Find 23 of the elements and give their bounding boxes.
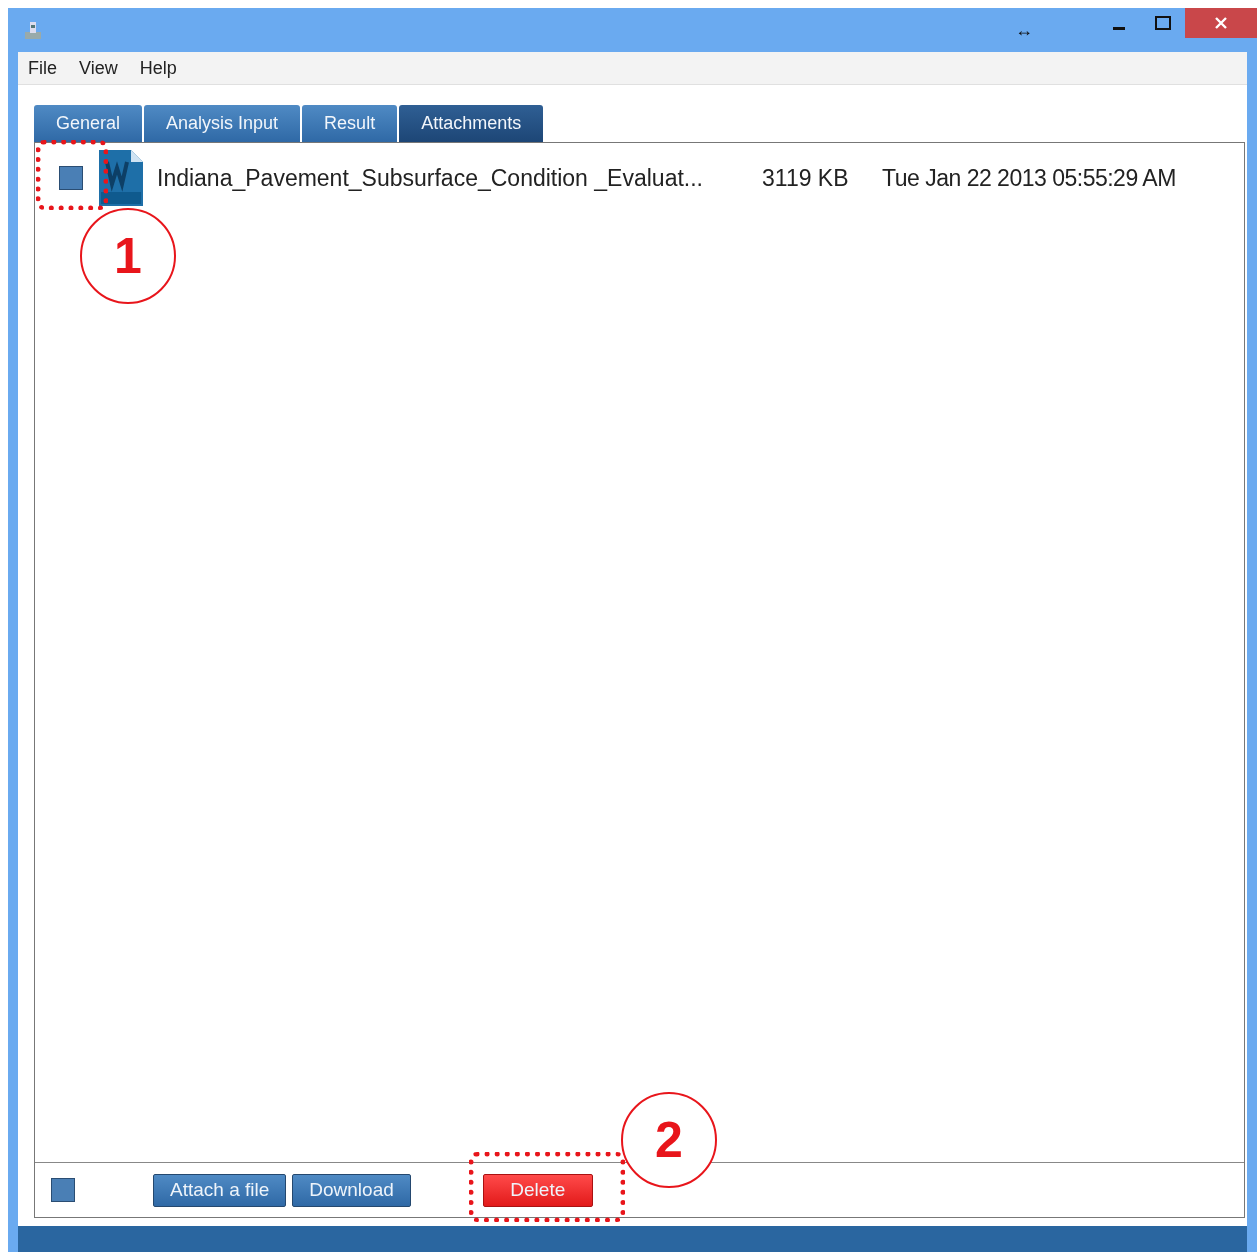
- tab[interactable]: Result: [302, 105, 398, 142]
- file-size: 3119 KB: [762, 164, 850, 192]
- close-button[interactable]: [1185, 8, 1257, 38]
- maximize-icon: [1155, 16, 1171, 30]
- file-name: Indiana_Pavement_Subsurface_Condition _Evaluat...: [157, 164, 704, 192]
- checkbox[interactable]: [51, 1178, 75, 1202]
- tab[interactable]: Analysis Input: [144, 105, 301, 142]
- menu-item[interactable]: Help: [139, 57, 177, 79]
- minimize-icon: [1113, 26, 1125, 30]
- resize-indicator[interactable]: ↔: [1015, 19, 1033, 41]
- tab[interactable]: General: [34, 105, 143, 142]
- menu-item[interactable]: View: [79, 57, 118, 79]
- app-icon: [22, 19, 44, 41]
- action-button[interactable]: Download: [292, 1173, 411, 1207]
- checkbox[interactable]: [59, 166, 83, 190]
- highlight-frame: [36, 140, 108, 210]
- word-document-icon: [97, 150, 143, 206]
- file-date: Tue Jan 22 2013 05:55:29 AM: [882, 164, 1176, 192]
- delete-button[interactable]: Delete: [482, 1173, 593, 1207]
- action-button[interactable]: Attach a file: [153, 1173, 287, 1207]
- tab[interactable]: Attachments: [399, 105, 544, 142]
- close-icon: [1214, 16, 1228, 30]
- menu-item[interactable]: File: [28, 57, 57, 79]
